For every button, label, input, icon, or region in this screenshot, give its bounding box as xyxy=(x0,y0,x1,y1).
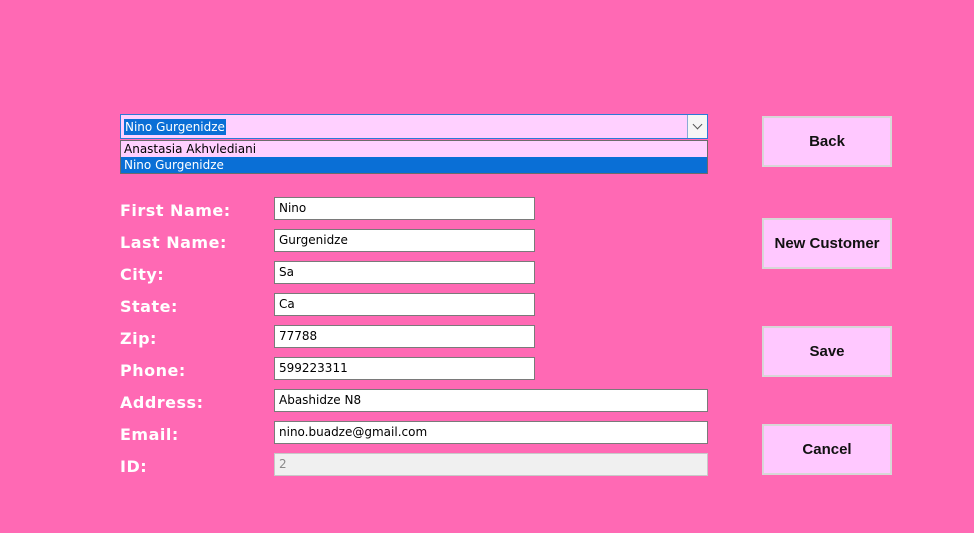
email-field[interactable]: nino.buadze@gmail.com xyxy=(274,421,708,444)
first-name-field[interactable]: Nino xyxy=(274,197,535,220)
state-field[interactable]: Ca xyxy=(274,293,535,316)
id-field: 2 xyxy=(274,453,708,476)
customer-select[interactable]: Nino Gurgenidze xyxy=(120,114,708,139)
customer-dropdown-list: Anastasia Akhvlediani Nino Gurgenidze xyxy=(120,140,708,174)
last-name-label: Last Name: xyxy=(120,233,227,252)
phone-field[interactable]: 599223311 xyxy=(274,357,535,380)
chevron-down-icon[interactable] xyxy=(687,115,707,138)
last-name-field[interactable]: Gurgenidze xyxy=(274,229,535,252)
id-label: ID: xyxy=(120,457,148,476)
address-label: Address: xyxy=(120,393,204,412)
dropdown-option-selected[interactable]: Nino Gurgenidze xyxy=(121,157,707,173)
address-field[interactable]: Abashidze N8 xyxy=(274,389,708,412)
city-label: City: xyxy=(120,265,165,284)
email-label: Email: xyxy=(120,425,179,444)
back-button[interactable]: Back xyxy=(762,116,892,167)
dropdown-option[interactable]: Anastasia Akhvlediani xyxy=(121,141,707,157)
save-button[interactable]: Save xyxy=(762,326,892,377)
state-label: State: xyxy=(120,297,178,316)
new-customer-button[interactable]: New Customer xyxy=(762,218,892,269)
zip-label: Zip: xyxy=(120,329,157,348)
zip-field[interactable]: 77788 xyxy=(274,325,535,348)
phone-label: Phone: xyxy=(120,361,186,380)
customer-select-value: Nino Gurgenidze xyxy=(124,119,226,135)
city-field[interactable]: Sa xyxy=(274,261,535,284)
first-name-label: First Name: xyxy=(120,201,231,220)
cancel-button[interactable]: Cancel xyxy=(762,424,892,475)
